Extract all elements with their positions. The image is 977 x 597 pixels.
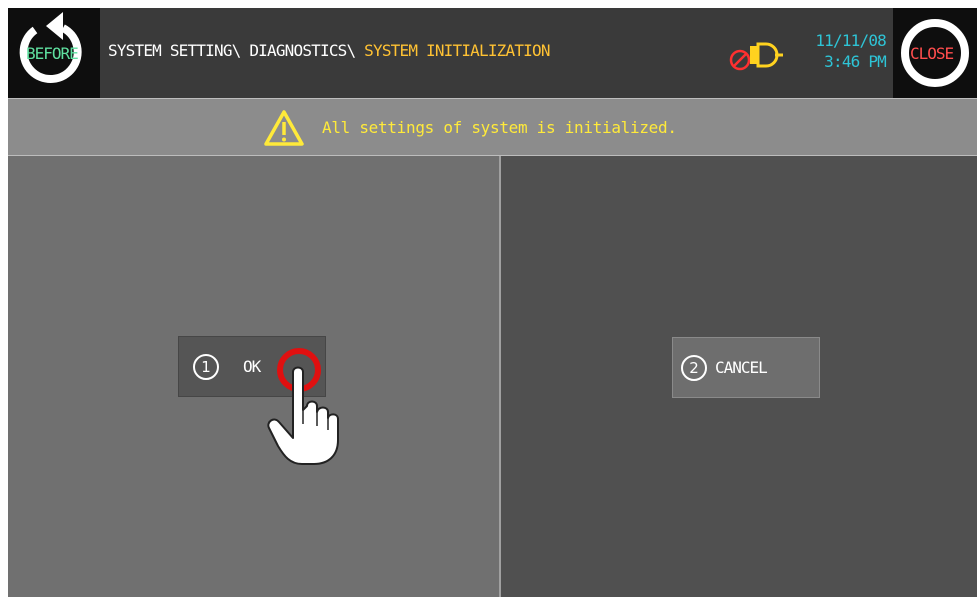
cancel-button[interactable]: 2 CANCEL xyxy=(672,337,820,398)
breadcrumb-path: SYSTEM SETTING\ DIAGNOSTICS\ xyxy=(108,41,365,60)
ok-label: OK xyxy=(243,357,261,376)
buzzer-muted-icon[interactable] xyxy=(728,34,788,74)
top-bar: BEFORE SYSTEM SETTING\ DIAGNOSTICS\ SYST… xyxy=(8,8,977,98)
close-button[interactable]: CLOSE xyxy=(893,8,977,98)
time-text: 3:46 PM xyxy=(824,52,887,71)
message-text: All settings of system is initialized. xyxy=(322,118,677,137)
datetime: 11/11/08 3:46 PM xyxy=(798,30,886,72)
hmi-screen: BEFORE SYSTEM SETTING\ DIAGNOSTICS\ SYST… xyxy=(8,8,977,597)
breadcrumb: SYSTEM SETTING\ DIAGNOSTICS\ SYSTEM INIT… xyxy=(108,41,550,60)
message-bar: All settings of system is initialized. xyxy=(8,98,977,156)
before-button[interactable]: BEFORE xyxy=(8,8,100,98)
cancel-number-badge: 2 xyxy=(681,355,707,381)
close-label: CLOSE xyxy=(910,44,954,63)
breadcrumb-current: SYSTEM INITIALIZATION xyxy=(364,41,550,60)
before-label: BEFORE xyxy=(26,44,79,63)
tap-pointer-icon xyxy=(267,348,339,465)
cancel-label: CANCEL xyxy=(715,358,768,377)
warning-icon xyxy=(264,110,304,146)
ok-number-badge: 1 xyxy=(193,354,219,380)
date-text: 11/11/08 xyxy=(815,31,886,50)
